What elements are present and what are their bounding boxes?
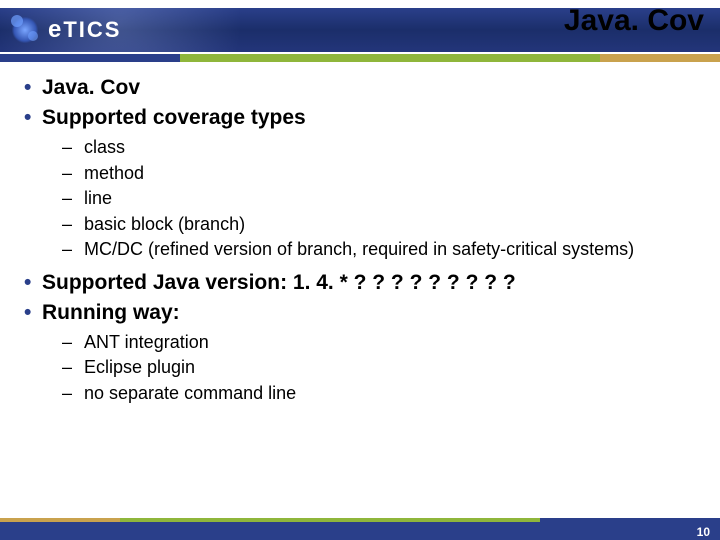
header-divider xyxy=(0,54,720,62)
subbullet-item: Eclipse plugin xyxy=(62,356,700,379)
subbullet-item: MC/DC (refined version of branch, requir… xyxy=(62,238,700,261)
subbullet-text: MC/DC (refined version of branch, requir… xyxy=(84,239,634,259)
logo-text: eTICS xyxy=(48,16,121,44)
slide-footer: 10 xyxy=(0,518,720,540)
subbullet-text: ANT integration xyxy=(84,332,209,352)
subbullet-item: line xyxy=(62,187,700,210)
subbullet-text: class xyxy=(84,137,125,157)
bullet-list-level1: Supported Java version: 1. 4. * ? ? ? ? … xyxy=(20,271,700,325)
subbullet-item: no separate command line xyxy=(62,382,700,405)
subbullet-text: no separate command line xyxy=(84,383,296,403)
subbullet-item: class xyxy=(62,136,700,159)
subbullet-item: method xyxy=(62,162,700,185)
subbullet-text: basic block (branch) xyxy=(84,214,245,234)
subbullet-text: method xyxy=(84,163,144,183)
bullet-item: Running way: xyxy=(20,301,700,325)
footer-bar xyxy=(0,522,720,540)
brand-logo: eTICS xyxy=(8,10,121,50)
slide-body: Java. Cov Supported coverage types class… xyxy=(20,72,700,414)
bullet-text: Running way: xyxy=(42,301,180,324)
slide: eTICS Java. Cov Java. Cov Supported cove… xyxy=(0,0,720,540)
page-number: 10 xyxy=(697,525,710,539)
bullet-item: Supported Java version: 1. 4. * ? ? ? ? … xyxy=(20,271,700,295)
logo-icon xyxy=(8,13,42,47)
bullet-list-level2: ANT integration Eclipse plugin no separa… xyxy=(20,331,700,405)
subbullet-text: Eclipse plugin xyxy=(84,357,195,377)
bullet-text: Supported Java version: 1. 4. * ? ? ? ? … xyxy=(42,271,516,294)
bullet-text: Supported coverage types xyxy=(42,106,306,129)
bullet-item: Java. Cov xyxy=(20,76,700,100)
subbullet-text: line xyxy=(84,188,112,208)
subbullet-item: basic block (branch) xyxy=(62,213,700,236)
bullet-text: Java. Cov xyxy=(42,76,140,99)
slide-title: Java. Cov xyxy=(564,4,704,38)
slide-header: eTICS Java. Cov xyxy=(0,0,720,62)
bullet-list-level2: class method line basic block (branch) M… xyxy=(20,136,700,261)
subbullet-item: ANT integration xyxy=(62,331,700,354)
bullet-list-level1: Java. Cov Supported coverage types xyxy=(20,76,700,130)
bullet-item: Supported coverage types xyxy=(20,106,700,130)
